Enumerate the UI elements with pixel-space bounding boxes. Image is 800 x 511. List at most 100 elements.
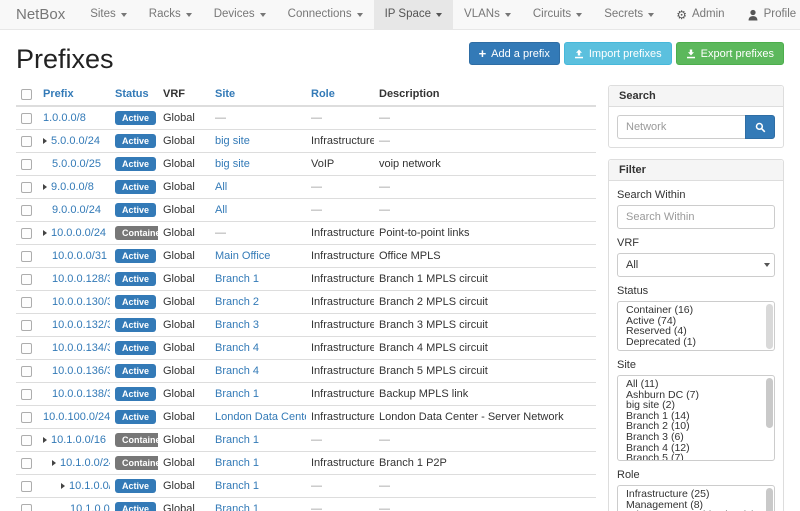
expand-caret-icon[interactable] xyxy=(43,230,47,236)
listbox-option[interactable]: Deprecated (1) xyxy=(618,337,774,348)
scrollbar-thumb[interactable] xyxy=(766,378,773,428)
select-all-checkbox[interactable] xyxy=(21,89,32,100)
listbox-option[interactable]: Reserved (4) xyxy=(618,326,774,337)
row-checkbox[interactable] xyxy=(21,343,32,354)
site-listbox[interactable]: All (11)Ashburn DC (7)big site (2)Branch… xyxy=(617,375,775,461)
prefix-link[interactable]: 10.0.0.0/31 xyxy=(52,250,107,262)
expand-caret-icon[interactable] xyxy=(43,184,47,190)
column-header-status[interactable]: Status xyxy=(110,85,158,106)
add-prefix-button[interactable]: + Add a prefix xyxy=(469,42,560,65)
prefix-link[interactable]: 10.1.0.0/26 xyxy=(70,503,110,511)
site-link[interactable]: Branch 3 xyxy=(215,319,259,331)
row-checkbox[interactable] xyxy=(21,297,32,308)
row-checkbox[interactable] xyxy=(21,458,32,469)
row-checkbox[interactable] xyxy=(21,412,32,423)
listbox-option[interactable]: big site (2) xyxy=(618,400,774,411)
prefix-link[interactable]: 5.0.0.0/25 xyxy=(52,158,101,170)
nav-item-racks[interactable]: Racks xyxy=(138,0,203,29)
prefix-link[interactable]: 10.1.0.0/25 xyxy=(69,480,110,492)
listbox-option[interactable]: Ashburn DC (7) xyxy=(618,390,774,401)
prefix-link[interactable]: 10.0.0.128/31 xyxy=(52,273,110,285)
vrf-select[interactable]: All xyxy=(617,253,775,277)
site-link[interactable]: Branch 4 xyxy=(215,342,259,354)
row-checkbox[interactable] xyxy=(21,320,32,331)
role-listbox[interactable]: Infrastructure (25)Management (8)Private… xyxy=(617,485,775,511)
prefix-link[interactable]: 10.0.0.0/24 xyxy=(51,227,106,239)
site-link[interactable]: Branch 1 xyxy=(215,273,259,285)
nav-item-connections[interactable]: Connections xyxy=(277,0,374,29)
prefix-link[interactable]: 10.0.0.134/31 xyxy=(52,342,110,354)
listbox-option[interactable]: Branch 1 (14) xyxy=(618,411,774,422)
prefix-link[interactable]: 10.1.0.0/24 xyxy=(60,457,110,469)
listbox-option[interactable]: Container (16) xyxy=(618,305,774,316)
prefix-link[interactable]: 1.0.0.0/8 xyxy=(43,112,86,124)
row-checkbox[interactable] xyxy=(21,251,32,262)
nav-item-vlans[interactable]: VLANs xyxy=(453,0,522,29)
prefix-link[interactable]: 9.0.0.0/24 xyxy=(52,204,101,216)
prefix-link[interactable]: 10.0.0.138/31 xyxy=(52,388,110,400)
listbox-option[interactable]: All (11) xyxy=(618,379,774,390)
listbox-option[interactable]: Branch 4 (12) xyxy=(618,443,774,454)
scrollbar-thumb[interactable] xyxy=(766,488,773,511)
listbox-option[interactable]: Branch 3 (6) xyxy=(618,432,774,443)
nav-item-secrets[interactable]: Secrets xyxy=(593,0,665,29)
site-link[interactable]: Branch 2 xyxy=(215,296,259,308)
search-within-input[interactable] xyxy=(617,205,775,229)
nav-item-circuits[interactable]: Circuits xyxy=(522,0,593,29)
row-checkbox[interactable] xyxy=(21,113,32,124)
site-link[interactable]: Branch 4 xyxy=(215,365,259,377)
prefix-link[interactable]: 10.1.0.0/16 xyxy=(51,434,106,446)
listbox-option[interactable]: Active (74) xyxy=(618,316,774,327)
row-checkbox[interactable] xyxy=(21,481,32,492)
site-link[interactable]: Branch 1 xyxy=(215,503,259,511)
prefix-link[interactable]: 10.0.0.136/31 xyxy=(52,365,110,377)
row-checkbox[interactable] xyxy=(21,205,32,216)
site-link[interactable]: big site xyxy=(215,135,250,147)
expand-caret-icon[interactable] xyxy=(52,460,56,466)
listbox-option[interactable]: Branch 5 (7) xyxy=(618,453,774,461)
row-checkbox[interactable] xyxy=(21,435,32,446)
expand-caret-icon[interactable] xyxy=(43,437,47,443)
prefix-link[interactable]: 10.0.100.0/24 xyxy=(43,411,110,423)
row-checkbox[interactable] xyxy=(21,389,32,400)
listbox-option[interactable]: Infrastructure (25) xyxy=(618,489,774,500)
search-button[interactable] xyxy=(745,115,775,139)
column-header-site[interactable]: Site xyxy=(210,85,306,106)
row-checkbox[interactable] xyxy=(21,136,32,147)
row-checkbox[interactable] xyxy=(21,159,32,170)
site-link[interactable]: big site xyxy=(215,158,250,170)
import-prefixes-button[interactable]: Import prefixes xyxy=(564,42,672,65)
nav-item-admin[interactable]: ⚙ Admin xyxy=(665,0,735,29)
site-link[interactable]: All xyxy=(215,204,227,216)
site-link[interactable]: Main Office xyxy=(215,250,270,262)
site-link[interactable]: All xyxy=(215,181,227,193)
row-checkbox[interactable] xyxy=(21,504,32,511)
prefix-link[interactable]: 10.0.0.132/31 xyxy=(52,319,110,331)
nav-item-sites[interactable]: Sites xyxy=(79,0,138,29)
column-header-prefix[interactable]: Prefix xyxy=(38,85,110,106)
listbox-option[interactable]: Management (8) xyxy=(618,500,774,511)
site-link[interactable]: Branch 1 xyxy=(215,480,259,492)
column-header-role[interactable]: Role xyxy=(306,85,374,106)
listbox-option[interactable]: Branch 2 (10) xyxy=(618,421,774,432)
prefix-link[interactable]: 10.0.0.130/31 xyxy=(52,296,110,308)
site-link[interactable]: Branch 1 xyxy=(215,457,259,469)
row-checkbox[interactable] xyxy=(21,366,32,377)
status-listbox[interactable]: Container (16)Active (74)Reserved (4)Dep… xyxy=(617,301,775,351)
nav-item-ip-space[interactable]: IP Space xyxy=(374,0,453,29)
nav-item-devices[interactable]: Devices xyxy=(203,0,277,29)
expand-caret-icon[interactable] xyxy=(43,138,47,144)
prefix-link[interactable]: 9.0.0.0/8 xyxy=(51,181,94,193)
row-checkbox[interactable] xyxy=(21,228,32,239)
site-link[interactable]: Branch 1 xyxy=(215,434,259,446)
expand-caret-icon[interactable] xyxy=(61,483,65,489)
export-prefixes-button[interactable]: Export prefixes xyxy=(676,42,784,65)
site-link[interactable]: Branch 1 xyxy=(215,388,259,400)
prefix-link[interactable]: 5.0.0.0/24 xyxy=(51,135,100,147)
nav-item-profile[interactable]: Profile xyxy=(736,0,800,29)
scrollbar-thumb[interactable] xyxy=(766,304,773,349)
row-checkbox[interactable] xyxy=(21,182,32,193)
search-input[interactable] xyxy=(617,115,745,139)
site-link[interactable]: London Data Center xyxy=(215,411,306,423)
brand-logo[interactable]: NetBox xyxy=(12,0,79,29)
